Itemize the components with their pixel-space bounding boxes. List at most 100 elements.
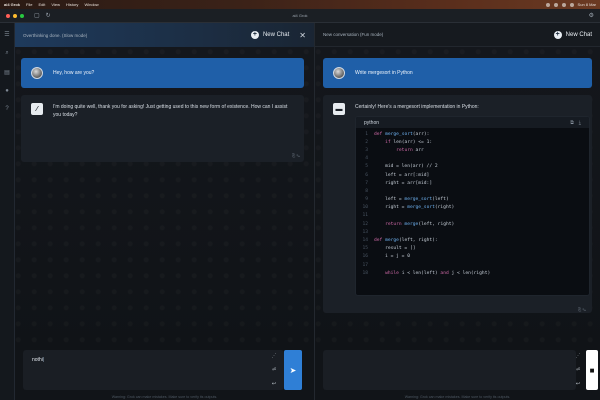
user-message: Write mergesort in Python [323, 58, 592, 88]
left-rail: ☰ ⌕ ▤ ● ? [0, 23, 15, 400]
assistant-message-text: I'm doing quite well, thank you for aski… [53, 104, 288, 118]
code-line: 5 mid = len(arr) // 2 [356, 163, 589, 171]
menu-app-name[interactable]: ai4 Grok [4, 2, 20, 7]
code-text: right = merge_sort(right) [374, 205, 455, 211]
send-icon: ➤ [289, 365, 297, 375]
code-language: python [364, 119, 380, 126]
close-pane-icon[interactable]: ✕ [299, 31, 306, 40]
code-text: if len(arr) <= 1: [385, 139, 433, 145]
send-button[interactable]: ➤ [284, 350, 302, 390]
menu-view[interactable]: View [51, 2, 60, 7]
chat-input-value[interactable]: nothi [32, 357, 43, 363]
line-number: 16 [362, 254, 368, 260]
code-text: return arr [396, 147, 424, 153]
code-line: 12 return merge(left, right) [356, 220, 589, 228]
menu-edit[interactable]: Edit [38, 2, 45, 7]
grok-logo-icon: ▬ [333, 103, 345, 115]
assistant-message: ⁄ I'm doing quite well, thank you for as… [21, 95, 304, 162]
chat-input[interactable]: nothi| [23, 350, 284, 390]
window-title-bar: ▢ ↻ ai4 Grok ⚙ [0, 9, 600, 23]
close-window-icon[interactable] [6, 13, 10, 18]
disclaimer: Warning: Grok can make mistakes. Make su… [404, 395, 511, 399]
code-line: 11 [356, 212, 589, 220]
stop-button[interactable]: ■ [586, 350, 598, 390]
code-line: 16 i = j = 0 [356, 253, 589, 261]
code-line: 2 if len(arr) <= 1: [356, 138, 589, 146]
code-line: 18 while i < len(left) and j < len(right… [356, 269, 589, 277]
user-message-text: Hey, how are you? [53, 70, 95, 76]
help-icon[interactable]: ? [5, 106, 8, 112]
code-line: 14 def merge(left, right): [356, 236, 589, 244]
attach-icon[interactable]: ⋰ [272, 353, 277, 359]
input-tools: ⋰ ⏎ ↩ [266, 350, 282, 390]
code-text: def merge_sort(arr): [374, 131, 430, 137]
menu-file[interactable]: File [26, 2, 32, 7]
disclaimer: Warning: Grok can make mistakes. Make su… [111, 395, 218, 399]
code-line: 17 [356, 261, 589, 269]
code-line: 4 [356, 155, 589, 163]
code-lines: 1 def merge_sort(arr): 2 if len(arr) <= 1:… [356, 128, 589, 279]
battery-icon[interactable] [561, 2, 566, 7]
newline-icon[interactable]: ⏎ [272, 367, 276, 373]
profile-icon[interactable]: ● [5, 88, 9, 94]
code-block: python ⧉ ⤓ 1 def merge_sort(arr): 2 if len… [355, 116, 590, 296]
menu-window[interactable]: Window [84, 2, 98, 7]
wifi-icon[interactable] [553, 2, 558, 7]
enter-icon[interactable]: ↩ [272, 381, 276, 387]
user-avatar [31, 67, 43, 79]
plus-icon: + [553, 30, 562, 39]
message-actions[interactable]: ⎘ ✎ [292, 153, 300, 158]
user-message: Hey, how are you? [21, 58, 304, 88]
new-chat-button[interactable]: + New Chat [553, 30, 592, 39]
status-icon[interactable] [545, 2, 550, 7]
code-line: 9 left = merge_sort(left) [356, 196, 589, 204]
new-chat-button[interactable]: + New Chat [250, 31, 290, 39]
code-line: 13 [356, 228, 589, 236]
line-number: 8 [365, 188, 368, 194]
chat-pane-right: New conversation (Fun mode) + New Chat W… [315, 23, 600, 400]
code-text: def merge(left, right): [374, 238, 438, 244]
chat-input[interactable] [323, 350, 576, 390]
copy-icon[interactable]: ⧉ [570, 120, 574, 126]
maximize-window-icon[interactable] [20, 13, 24, 18]
settings-icon[interactable]: ⚙ [589, 12, 594, 19]
history-icon[interactable]: ▤ [4, 69, 10, 76]
menu-icon[interactable]: ☰ [4, 31, 9, 38]
control-center-icon[interactable] [569, 2, 574, 7]
code-text: i = j = 0 [374, 254, 410, 260]
new-chat-label: New Chat [262, 32, 290, 38]
line-number: 1 [365, 131, 368, 137]
newline-icon[interactable]: ⏎ [576, 367, 580, 373]
code-line: 7 right = arr[mid:] [356, 179, 589, 187]
new-chat-label: New Chat [565, 31, 592, 38]
message-actions[interactable]: ⎘ ✎ [578, 307, 586, 312]
reload-icon[interactable]: ↻ [46, 12, 51, 19]
sidebar-toggle-icon[interactable]: ▢ [34, 12, 40, 19]
code-line: 10 right = merge_sort(right) [356, 204, 589, 212]
search-icon[interactable]: ⌕ [5, 50, 8, 57]
download-icon[interactable]: ⤓ [579, 120, 581, 126]
code-line: 8 [356, 187, 589, 195]
enter-icon[interactable]: ↩ [576, 381, 580, 387]
line-number: 11 [362, 213, 368, 219]
chat-header: New conversation (Fun mode) + New Chat [315, 23, 600, 47]
code-text: mid = len(arr) // 2 [374, 164, 438, 170]
line-number: 18 [362, 270, 368, 276]
menu-clock[interactable]: Sun 8 Mar [578, 2, 596, 7]
line-number: 3 [365, 147, 368, 153]
chat-pane-left: Overthinking done. (Slow mode) + New Cha… [15, 23, 315, 400]
minimize-window-icon[interactable] [13, 13, 17, 18]
line-number: 6 [365, 172, 368, 178]
line-number: 7 [365, 180, 368, 186]
plus-icon: + [250, 31, 259, 39]
grok-logo-icon: ⁄ [31, 103, 43, 115]
user-avatar [333, 67, 345, 79]
line-number: 14 [362, 238, 368, 244]
line-number: 10 [362, 205, 368, 211]
line-number: 17 [362, 262, 368, 268]
line-number: 5 [365, 164, 368, 170]
attach-icon[interactable]: ⋰ [576, 353, 581, 359]
menu-history[interactable]: History [66, 2, 78, 7]
chat-background [15, 47, 314, 350]
chat-header: Overthinking done. (Slow mode) + New Cha… [15, 23, 314, 47]
